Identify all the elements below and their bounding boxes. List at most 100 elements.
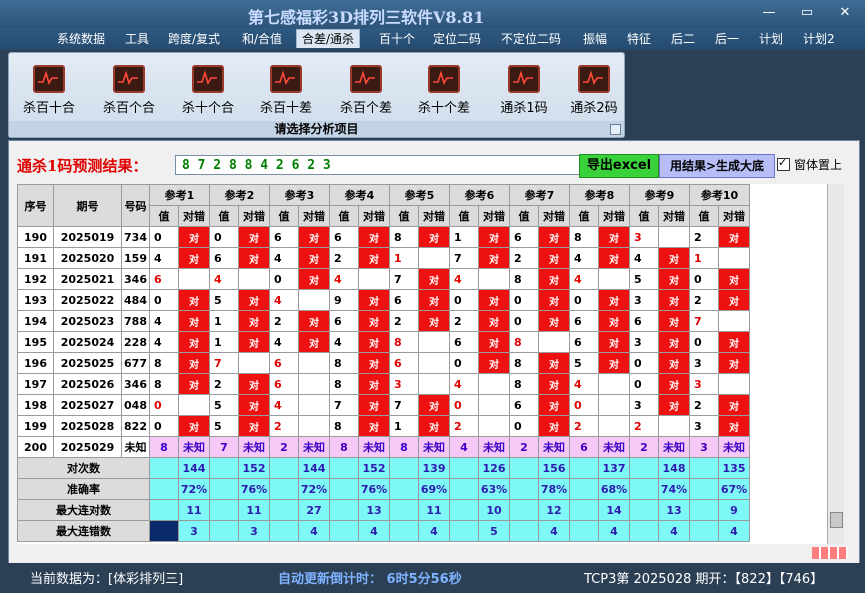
stat-value: 156 — [538, 457, 570, 479]
scrollbar-thumb[interactable] — [830, 512, 843, 528]
stat-blank — [509, 457, 539, 479]
menu-item-9[interactable]: 特征 — [622, 30, 656, 48]
cell-value: 5 — [629, 268, 659, 290]
menu-item-5[interactable]: 百十个 — [374, 30, 420, 48]
cell-value: 0 — [449, 394, 479, 416]
prediction-row[interactable]: 200 2025029 未知 8 未知 7 未知 2 未知 8 未知 8 未知 4 未知 2 未知 6 未知 2 未知 3… — [17, 436, 750, 458]
stat-value: 144 — [178, 457, 210, 479]
ribbon-button-0[interactable]: 杀百十合 — [18, 65, 80, 116]
table-row[interactable]: 193 2025022 484 0 对 5 对 4 9 对 6 对 0 对 0 对 0 对 3 对 2 对 — [17, 289, 750, 311]
minimize-button[interactable]: — — [758, 4, 780, 22]
checkbox-icon[interactable] — [777, 156, 790, 171]
cell-hit: 对 — [478, 352, 510, 374]
cell-hit: 对 — [598, 226, 630, 248]
cell-value: 0 — [689, 331, 719, 353]
subheader-right: 对错 — [358, 205, 390, 227]
cell-value: 3 — [689, 373, 719, 395]
stay-on-top-checkbox[interactable]: 窗体置上 — [777, 156, 842, 173]
cell-miss — [718, 373, 750, 395]
stat-value: 27 — [298, 499, 330, 521]
cell-code: 159 — [121, 247, 150, 269]
menu-item-0[interactable]: 系统数据 — [52, 30, 110, 48]
menu-item-4[interactable]: 合差/通杀 — [296, 29, 361, 48]
cell-code: 788 — [121, 310, 150, 332]
stat-value: 78% — [538, 478, 570, 500]
cell-value: 6 — [449, 331, 479, 353]
cell-value: 7 — [689, 310, 719, 332]
stat-blank — [389, 478, 419, 500]
cell-hit: 对 — [598, 310, 630, 332]
table-row[interactable]: 191 2025020 159 4 对 6 对 4 对 2 对 1 7 对 2 对 4 对 4 对 1 — [17, 247, 750, 269]
maximize-button[interactable]: ▭ — [796, 4, 818, 22]
ribbon-button-6[interactable]: 通杀1码 — [493, 65, 555, 116]
stat-blank — [569, 478, 599, 500]
cell-hit: 对 — [178, 373, 210, 395]
menu-item-13[interactable]: 计划2 — [798, 30, 840, 48]
menu-item-2[interactable]: 跨度/复式 — [163, 30, 225, 48]
close-button[interactable]: ✕ — [834, 4, 856, 22]
stat-value: 144 — [298, 457, 330, 479]
cell-value: 3 — [629, 289, 659, 311]
ribbon-button-1[interactable]: 杀百个合 — [98, 65, 160, 116]
cell-miss — [298, 415, 330, 437]
export-excel-button[interactable]: 导出excel — [579, 154, 659, 178]
table-row[interactable]: 198 2025027 048 0 5 对 4 7 对 7 对 0 6 对 0 3 对 2 对 — [17, 394, 750, 416]
table-row[interactable]: 199 2025028 822 0 对 5 对 2 8 对 1 对 2 0 对 2 2 3 对 — [17, 415, 750, 437]
menu-item-6[interactable]: 定位二码 — [428, 30, 486, 48]
cell-value: 8 — [509, 373, 539, 395]
subheader-val: 值 — [389, 205, 419, 227]
ribbon-button-2[interactable]: 杀十个合 — [177, 65, 239, 116]
ribbon-button-7[interactable]: 通杀2码 — [563, 65, 625, 116]
stat-blank — [629, 478, 659, 500]
ribbon-button-5[interactable]: 杀十个差 — [413, 65, 475, 116]
stat-blank — [269, 457, 299, 479]
cell-miss — [418, 373, 450, 395]
ribbon-expand-icon[interactable] — [610, 124, 621, 135]
menu-item-1[interactable]: 工具 — [120, 30, 154, 48]
cell-hit: 对 — [418, 268, 450, 290]
cell-hit: 对 — [358, 373, 390, 395]
cell-hit: 对 — [178, 352, 210, 374]
pred-unknown: 未知 — [478, 436, 510, 458]
menu-item-7[interactable]: 不定位二码 — [496, 30, 566, 48]
table-row[interactable]: 192 2025021 346 6 4 0 对 4 7 对 4 8 对 4 5 对 0 对 — [17, 268, 750, 290]
cell-value: 8 — [329, 373, 359, 395]
table-row[interactable]: 194 2025023 788 4 对 1 对 2 对 6 对 2 对 2 对 0 对 6 对 6 对 7 — [17, 310, 750, 332]
stat-label: 最大连错数 — [17, 520, 150, 542]
table-row[interactable]: 190 2025019 734 0 对 0 对 6 对 6 对 8 对 1 对 6 对 8 对 3 2 对 — [17, 226, 750, 248]
cell-hit: 对 — [538, 247, 570, 269]
stat-value: 137 — [598, 457, 630, 479]
generate-base-button[interactable]: 用结果>生成大底 — [659, 154, 775, 178]
cell-value: 0 — [149, 226, 179, 248]
menu-item-11[interactable]: 后一 — [710, 30, 744, 48]
current-data-label: 当前数据为：[体彩排列三] — [30, 572, 184, 587]
cell-value: 2 — [509, 247, 539, 269]
stat-blank — [149, 499, 179, 521]
ribbon-button-label: 杀十个差 — [417, 101, 470, 116]
header-row: 序号 期号 号码 参考1 参考2 参考3 参考4 参考5 参考6 参考7 参考8 参考9 参考10 — [17, 184, 750, 227]
ribbon-button-3[interactable]: 杀百十差 — [255, 65, 317, 116]
cell-seq: 198 — [17, 394, 54, 416]
table-row[interactable]: 197 2025026 346 8 对 2 对 6 8 对 3 4 8 对 4 0 对 3 — [17, 373, 750, 395]
stat-label: 准确率 — [17, 478, 150, 500]
cell-value: 3 — [689, 352, 719, 374]
subheader-right: 对错 — [478, 205, 510, 227]
menu-item-8[interactable]: 振幅 — [578, 30, 612, 48]
vertical-scrollbar[interactable] — [827, 184, 844, 544]
chart-icon — [192, 65, 224, 93]
menu-item-10[interactable]: 后二 — [666, 30, 700, 48]
cell-value: 0 — [449, 289, 479, 311]
ribbon-button-4[interactable]: 杀百个差 — [335, 65, 397, 116]
table-row[interactable]: 196 2025025 677 8 对 7 6 8 对 6 0 对 8 对 5 对 0 对 3 对 — [17, 352, 750, 374]
result-value-field[interactable]: 8 7 2 8 8 4 2 6 2 3 — [175, 155, 583, 175]
stat-value: 11 — [238, 499, 270, 521]
chart-icon — [578, 65, 610, 93]
menu-item-12[interactable]: 计划 — [754, 30, 788, 48]
cell-hit: 对 — [298, 247, 330, 269]
cell-hit: 对 — [718, 394, 750, 416]
cell-value: 8 — [149, 373, 179, 395]
table-row[interactable]: 195 2025024 228 4 对 1 对 4 对 4 对 8 6 对 8 6 对 3 对 0 对 — [17, 331, 750, 353]
stat-value: 148 — [658, 457, 690, 479]
menu-item-3[interactable]: 和/合值 — [237, 30, 287, 48]
cell-value: 8 — [509, 331, 539, 353]
